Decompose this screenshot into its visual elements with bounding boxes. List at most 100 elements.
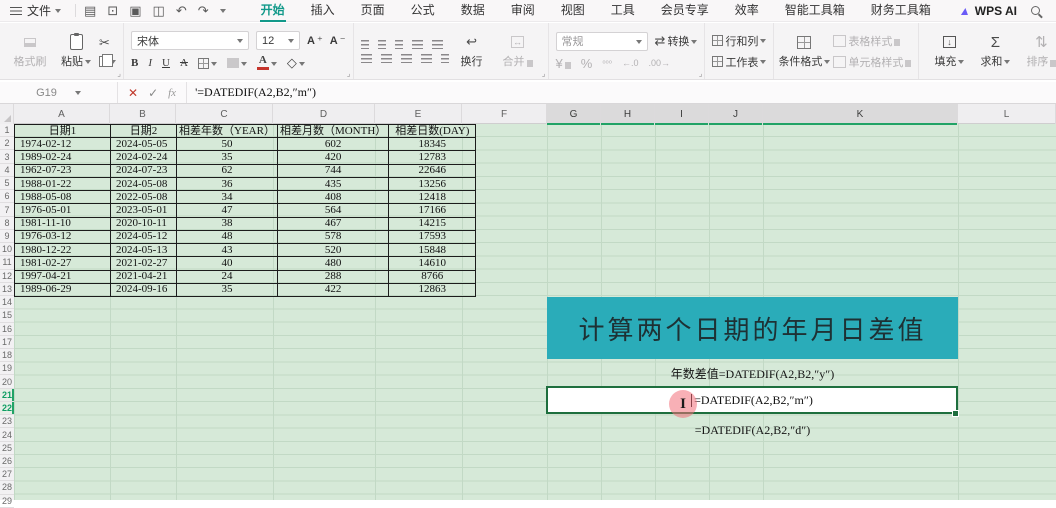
sort-button[interactable]: ⇅ 排序 bbox=[1018, 33, 1056, 69]
save-icon[interactable]: ▤ bbox=[84, 3, 96, 19]
data-cell[interactable]: 1976-03-12 bbox=[14, 229, 111, 245]
data-cell[interactable]: 1981-11-10 bbox=[14, 216, 111, 231]
data-cell[interactable]: 578 bbox=[276, 229, 390, 245]
row-header-23[interactable]: 23 bbox=[0, 415, 14, 429]
data-cell[interactable]: 40 bbox=[176, 256, 278, 271]
row-header-14[interactable]: 14 bbox=[0, 296, 14, 310]
data-cell[interactable]: 2023-05-01 bbox=[110, 203, 177, 218]
select-all-corner[interactable] bbox=[0, 104, 14, 124]
fill-color-button[interactable] bbox=[226, 58, 247, 69]
data-cell[interactable]: 38 bbox=[176, 216, 278, 231]
data-cell[interactable]: 520 bbox=[276, 243, 390, 258]
clear-format-button[interactable]: ◇ bbox=[287, 55, 305, 71]
row-header-24[interactable]: 24 bbox=[0, 428, 14, 442]
row-header-22[interactable]: 22 bbox=[0, 401, 14, 416]
data-cell[interactable]: 2024-02-24 bbox=[110, 150, 177, 165]
column-header-H[interactable]: H bbox=[601, 104, 655, 125]
borders-button[interactable] bbox=[197, 57, 217, 69]
group-expander-icon[interactable]: ⌟ bbox=[347, 69, 351, 78]
strikethrough-button[interactable]: A bbox=[180, 57, 188, 69]
table-style-button[interactable]: 表格样式 bbox=[833, 33, 911, 49]
data-cell[interactable]: 47 bbox=[176, 203, 278, 218]
fill-button[interactable]: ↓ 填充 bbox=[926, 33, 972, 69]
redo-icon[interactable]: ↷ bbox=[198, 3, 209, 19]
data-cell[interactable]: 12783 bbox=[388, 150, 477, 165]
data-cell[interactable]: 2024-05-12 bbox=[110, 229, 177, 245]
align-right-icon[interactable] bbox=[400, 53, 412, 63]
row-header-11[interactable]: 11 bbox=[0, 256, 14, 270]
hamburger-menu-icon[interactable] bbox=[10, 6, 22, 15]
row-header-25[interactable]: 25 bbox=[0, 442, 14, 455]
increase-decimal-button[interactable]: ←.0 bbox=[622, 58, 639, 68]
menu-tab-会员专享[interactable]: 会员专享 bbox=[648, 0, 722, 22]
bold-button[interactable]: B bbox=[131, 57, 138, 69]
data-cell[interactable]: 1962-07-23 bbox=[14, 163, 111, 178]
header-cell[interactable]: 相差日数(DAY) bbox=[388, 123, 477, 139]
rows-cols-button[interactable]: 行和列 bbox=[712, 33, 767, 49]
column-header-D[interactable]: D bbox=[273, 104, 375, 124]
wrap-text-button[interactable]: ↩ 换行 bbox=[449, 33, 495, 69]
data-cell[interactable]: 2021-02-27 bbox=[110, 256, 177, 271]
data-cell[interactable]: 1980-12-22 bbox=[14, 243, 111, 258]
data-cell[interactable]: 18345 bbox=[388, 137, 477, 152]
decrease-font-button[interactable]: A ⁻ bbox=[330, 34, 346, 48]
conditional-format-button[interactable]: 条件格式 bbox=[778, 33, 831, 69]
data-cell[interactable]: 34 bbox=[176, 190, 278, 205]
active-cell-edit-box[interactable]: =DATEDIF(A2,B2,″m″) bbox=[546, 386, 958, 414]
confirm-formula-icon[interactable]: ✓ bbox=[148, 86, 158, 100]
underline-button[interactable]: U bbox=[162, 57, 170, 69]
column-header-B[interactable]: B bbox=[110, 104, 176, 124]
header-cell[interactable]: 相差月数（MONTH） bbox=[276, 123, 390, 139]
align-top-icon[interactable] bbox=[360, 39, 369, 49]
row-header-26[interactable]: 26 bbox=[0, 455, 14, 469]
row-header-4[interactable]: 4 bbox=[0, 164, 14, 177]
merge-cells-button[interactable]: ↔ 合并 bbox=[495, 33, 541, 69]
data-cell[interactable]: 2020-10-11 bbox=[110, 216, 177, 231]
data-cell[interactable]: 8766 bbox=[388, 269, 477, 284]
wps-ai-button[interactable]: ▲ WPS AI bbox=[958, 4, 1017, 18]
data-cell[interactable]: 467 bbox=[276, 216, 390, 231]
increase-indent-icon[interactable] bbox=[431, 39, 443, 49]
row-header-12[interactable]: 12 bbox=[0, 270, 14, 283]
percent-button[interactable]: % bbox=[581, 56, 593, 71]
decrease-decimal-button[interactable]: .00→ bbox=[648, 58, 670, 68]
column-header-J[interactable]: J bbox=[709, 104, 763, 125]
sum-button[interactable]: Σ 求和 bbox=[972, 33, 1018, 69]
undo-icon[interactable]: ↶ bbox=[176, 3, 187, 19]
cancel-formula-icon[interactable]: ✕ bbox=[128, 86, 138, 100]
column-header-C[interactable]: C bbox=[176, 104, 273, 124]
more-dropdown-icon[interactable] bbox=[219, 9, 226, 16]
row-header-2[interactable]: 2 bbox=[0, 137, 14, 151]
menu-tab-公式[interactable]: 公式 bbox=[398, 0, 448, 22]
data-cell[interactable]: 22646 bbox=[388, 163, 477, 178]
data-cell[interactable]: 408 bbox=[276, 190, 390, 205]
row-header-29[interactable]: 29 bbox=[0, 495, 14, 508]
row-header-13[interactable]: 13 bbox=[0, 283, 14, 297]
data-cell[interactable]: 48 bbox=[176, 229, 278, 245]
data-cell[interactable]: 2022-05-08 bbox=[110, 190, 177, 205]
data-cell[interactable]: 2021-04-21 bbox=[110, 269, 177, 284]
menu-tab-数据[interactable]: 数据 bbox=[448, 0, 498, 22]
data-cell[interactable]: 564 bbox=[276, 203, 390, 218]
export-icon[interactable]: ⊡ bbox=[107, 3, 118, 19]
font-color-button[interactable] bbox=[256, 54, 277, 70]
data-cell[interactable]: 602 bbox=[276, 137, 390, 152]
data-cell[interactable]: 17166 bbox=[388, 203, 477, 218]
file-menu[interactable]: 文件 bbox=[27, 2, 67, 19]
row-header-20[interactable]: 20 bbox=[0, 375, 14, 389]
data-cell[interactable]: 1981-02-27 bbox=[14, 256, 111, 271]
data-cell[interactable]: 288 bbox=[276, 269, 390, 284]
name-box[interactable]: G19 bbox=[0, 82, 118, 103]
convert-button[interactable]: ⇄ 转换 bbox=[655, 33, 698, 49]
data-cell[interactable]: 50 bbox=[176, 137, 278, 152]
preview-icon[interactable]: ◫ bbox=[153, 3, 165, 19]
cell-style-button[interactable]: 单元格样式 bbox=[833, 54, 912, 70]
row-header-21[interactable]: 21 bbox=[0, 388, 14, 402]
paste-button[interactable]: 粘贴 bbox=[53, 33, 99, 69]
decrease-indent-icon[interactable] bbox=[411, 39, 423, 49]
row-header-27[interactable]: 27 bbox=[0, 468, 14, 482]
print-icon[interactable]: ▣ bbox=[129, 3, 141, 19]
column-header-A[interactable]: A bbox=[14, 104, 110, 124]
thousands-button[interactable]: ⁰⁰⁰ bbox=[602, 59, 612, 68]
row-header-6[interactable]: 6 bbox=[0, 190, 14, 204]
